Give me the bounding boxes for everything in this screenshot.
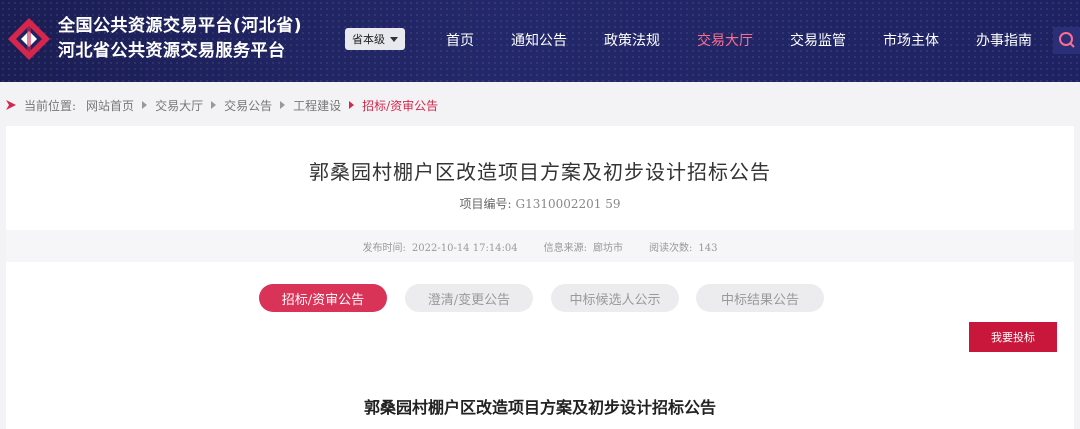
site-title-line1: 全国公共资源交易平台(河北省) <box>58 16 303 36</box>
site-title-line2: 河北省公共资源交易服务平台 <box>58 41 286 61</box>
breadcrumb-item-announcements[interactable]: 交易公告 <box>224 97 272 114</box>
breadcrumb-item-engineering[interactable]: 工程建设 <box>293 97 341 114</box>
nav-item-trading-hall[interactable]: 交易大厅 <box>697 30 753 50</box>
project-number-value: G1310002201 59 <box>515 197 621 211</box>
info-source-value: 廊坊市 <box>593 242 624 254</box>
publish-time-label: 发布时间: <box>362 242 406 254</box>
nav-item-supervision[interactable]: 交易监管 <box>790 30 846 50</box>
page-title: 郭桑园村棚户区改造项目方案及初步设计招标公告 <box>309 160 771 184</box>
document-title: 郭桑园村棚户区改造项目方案及初步设计招标公告 <box>363 398 716 417</box>
site-title[interactable]: 全国公共资源交易平台(河北省) 河北省公共资源交易服务平台 <box>58 14 302 64</box>
info-source: 信息来源: 廊坊市 <box>544 239 623 254</box>
nav-item-home[interactable]: 首页 <box>446 30 474 50</box>
nav-item-policies[interactable]: 政策法规 <box>604 30 660 50</box>
publish-time-value: 2022-10-14 17:14:04 <box>411 242 518 254</box>
breadcrumb-item-home[interactable]: 网站首页 <box>86 97 134 114</box>
article-meta: 发布时间: 2022-10-14 17:14:04 信息来源: 廊坊市 阅读次数: 1… <box>6 230 1074 262</box>
search-icon[interactable] <box>1053 27 1080 54</box>
tab-award-result[interactable]: 中标结果公告 <box>696 284 824 312</box>
location-icon <box>6 100 16 110</box>
nav-item-guide[interactable]: 办事指南 <box>976 30 1032 50</box>
project-number: 项目编号: G1310002201 59 <box>6 195 1074 212</box>
view-count-label: 阅读次数: <box>649 242 693 254</box>
publish-time: 发布时间: 2022-10-14 17:14:04 <box>363 239 518 254</box>
bid-button[interactable]: 我要投标 <box>969 322 1057 352</box>
breadcrumb-prefix: 当前位置: <box>24 98 77 113</box>
chevron-down-icon <box>390 36 398 42</box>
breadcrumb-item-trading-hall[interactable]: 交易大厅 <box>155 97 203 114</box>
site-header: 全国公共资源交易平台(河北省) 河北省公共资源交易服务平台 省本级 首页 通知公… <box>0 0 1080 82</box>
view-count-value: 143 <box>698 242 718 254</box>
breadcrumb-separator-icon <box>211 101 217 109</box>
site-logo-icon[interactable] <box>6 16 52 62</box>
breadcrumb-separator-icon <box>349 101 355 109</box>
tab-tender-notice[interactable]: 招标/资审公告 <box>259 284 387 312</box>
nav-item-notices[interactable]: 通知公告 <box>511 30 567 50</box>
breadcrumb-separator-icon <box>280 101 286 109</box>
breadcrumb: 当前位置: 网站首页 交易大厅 交易公告 工程建设 招标/资审公告 <box>0 92 438 118</box>
view-count: 阅读次数: 143 <box>649 239 717 254</box>
article-panel: 郭桑园村棚户区改造项目方案及初步设计招标公告 项目编号: G1310002201 … <box>6 126 1074 429</box>
breadcrumb-separator-icon <box>142 101 148 109</box>
breadcrumb-item-current[interactable]: 招标/资审公告 <box>362 97 438 114</box>
info-source-label: 信息来源: <box>543 242 588 254</box>
project-number-label: 项目编号: <box>459 197 512 211</box>
announcement-tabs: 招标/资审公告 澄清/变更公告 中标候选人公示 中标结果公告 <box>6 284 1074 312</box>
tab-clarification[interactable]: 澄清/变更公告 <box>405 284 533 312</box>
tab-candidate-publicity[interactable]: 中标候选人公示 <box>551 284 679 312</box>
level-select[interactable]: 省本级 <box>345 28 405 50</box>
level-select-value: 省本级 <box>352 33 385 46</box>
nav-item-market-entities[interactable]: 市场主体 <box>883 30 939 50</box>
